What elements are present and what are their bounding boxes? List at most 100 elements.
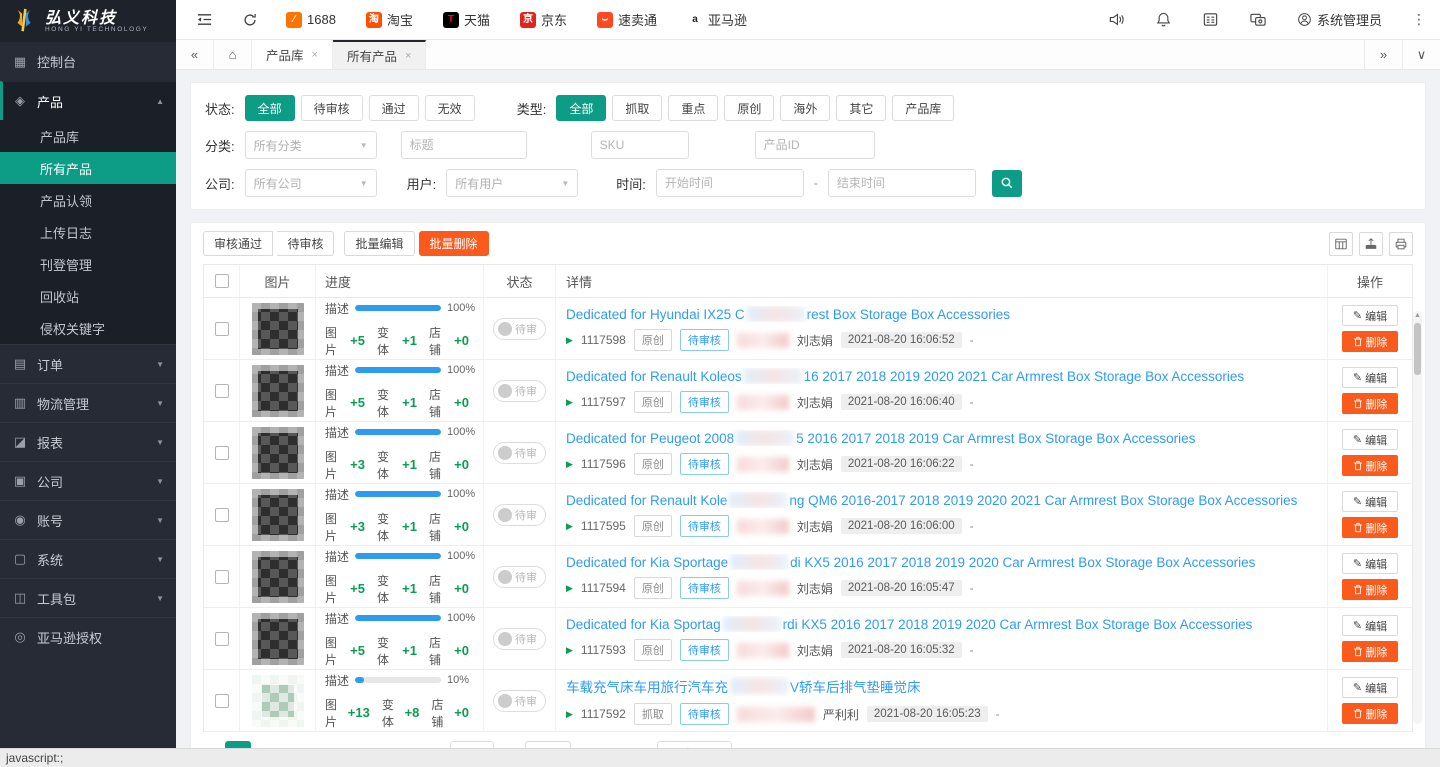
user-menu[interactable]: 系统管理员 [1297,10,1382,29]
play-icon[interactable]: ▶ [566,709,573,720]
column-settings-icon[interactable] [1329,232,1353,256]
category-select[interactable]: 所有分类 ▼ [245,131,377,159]
approve-button[interactable]: 审核通过 [203,231,273,256]
set-pending-button[interactable]: 待审核 [277,231,334,256]
filter-chip[interactable]: 产品库 [892,95,954,121]
row-checkbox[interactable] [215,322,229,336]
delete-button[interactable]: 删除 [1342,703,1398,724]
tab-all-products[interactable]: 所有产品× [333,40,426,69]
table-scrollbar[interactable]: ▲ [1413,311,1422,724]
tabs-scroll-right-icon[interactable]: » [1364,40,1402,69]
select-all-checkbox[interactable] [215,274,229,288]
home-tab-icon[interactable]: ⌂ [214,40,252,69]
delete-button[interactable]: 删除 [1342,517,1398,538]
delete-button[interactable]: 删除 [1342,455,1398,476]
more-menu-icon[interactable]: ⋮ [1412,11,1426,28]
play-icon[interactable]: ▶ [566,397,573,408]
play-icon[interactable]: ▶ [566,335,573,346]
sidebar-item-amazon-auth[interactable]: ◎亚马逊授权 [0,617,176,656]
row-checkbox[interactable] [215,694,229,708]
marketplace-link-aliexpress[interactable]: ⌣速卖通 [597,10,657,29]
sidebar-item-reports[interactable]: ◪报表▼ [0,422,176,461]
sidebar-item-console[interactable]: ▦控制台 [0,42,176,81]
filter-chip[interactable]: 待审核 [301,95,363,121]
refresh-icon[interactable] [240,10,260,30]
sidebar-subitem-infringement-keywords[interactable]: 侵权关键字 [0,312,176,344]
scrollbar-thumb[interactable] [1414,323,1421,375]
product-title-link[interactable]: Dedicated for Renault Koleng QM6 2016-20… [566,492,1297,508]
marketplace-link-tmall[interactable]: T天猫 [443,10,490,29]
filter-chip[interactable]: 通过 [369,95,419,121]
play-icon[interactable]: ▶ [566,583,573,594]
export-icon[interactable] [1359,232,1383,256]
batch-delete-button[interactable]: 批量删除 [419,231,489,256]
sidebar-item-orders[interactable]: ▤订单▼ [0,344,176,383]
scroll-up-icon[interactable]: ▲ [1413,312,1422,319]
sidebar-item-company[interactable]: ▣公司▼ [0,461,176,500]
row-checkbox[interactable] [215,384,229,398]
row-checkbox[interactable] [215,632,229,646]
exchange-icon[interactable] [1249,11,1267,28]
sidebar-subitem-listing-management[interactable]: 刊登管理 [0,248,176,280]
sidebar-item-accounts[interactable]: ◉账号▼ [0,500,176,539]
tabs-scroll-left-icon[interactable]: « [176,40,214,69]
edit-button[interactable]: ✎编辑 [1342,553,1398,574]
user-select[interactable]: 所有用户 ▼ [446,169,578,197]
print-icon[interactable] [1389,232,1413,256]
filter-chip[interactable]: 重点 [668,95,718,121]
edit-button[interactable]: ✎编辑 [1342,677,1398,698]
sidebar-subitem-recycle-bin[interactable]: 回收站 [0,280,176,312]
sidebar-subitem-product-library[interactable]: 产品库 [0,120,176,152]
notifications-bell-icon[interactable] [1155,11,1172,28]
edit-button[interactable]: ✎编辑 [1342,615,1398,636]
product-title-link[interactable]: Dedicated for Hyundai IX25 Crest Box Sto… [566,306,1010,322]
sidebar-subitem-product-claim[interactable]: 产品认领 [0,184,176,216]
play-icon[interactable]: ▶ [566,521,573,532]
filter-chip[interactable]: 其它 [836,95,886,121]
sidebar-item-system[interactable]: ▢系统▼ [0,539,176,578]
sidebar-item-toolkit[interactable]: ◫工具包▼ [0,578,176,617]
tab-product-library[interactable]: 产品库× [252,40,333,69]
row-checkbox[interactable] [215,570,229,584]
sku-input[interactable] [591,131,689,159]
sidebar-subitem-upload-log[interactable]: 上传日志 [0,216,176,248]
filter-chip[interactable]: 海外 [780,95,830,121]
play-icon[interactable]: ▶ [566,459,573,470]
product-title-link[interactable]: Dedicated for Kia Sportagrdi KX5 2016 20… [566,616,1252,632]
filter-chip[interactable]: 抓取 [612,95,662,121]
company-select[interactable]: 所有公司 ▼ [245,169,377,197]
delete-button[interactable]: 删除 [1342,393,1398,414]
filter-chip[interactable]: 无效 [425,95,475,121]
edit-button[interactable]: ✎编辑 [1342,491,1398,512]
announcement-icon[interactable] [1108,11,1125,28]
filter-chip[interactable]: 原创 [724,95,774,121]
collapse-sidebar-icon[interactable] [194,10,214,30]
sidebar-subitem-all-products[interactable]: 所有产品 [0,152,176,184]
row-checkbox[interactable] [215,446,229,460]
marketplace-link-taobao[interactable]: 淘淘宝 [366,10,413,29]
product-title-link[interactable]: Dedicated for Renault Koleos16 2017 2018… [566,368,1244,384]
play-icon[interactable]: ▶ [566,645,573,656]
marketplace-link-jd[interactable]: 京京东 [520,10,567,29]
filter-chip[interactable]: 全部 [556,95,606,121]
end-time-input[interactable] [828,169,976,197]
marketplace-link-1688[interactable]: ⁄1688 [286,12,336,28]
filter-chip[interactable]: 全部 [245,95,295,121]
sidebar-item-logistics[interactable]: ▥物流管理▼ [0,383,176,422]
product-title-link[interactable]: Dedicated for Kia Sportagedi KX5 2016 20… [566,554,1255,570]
product-id-input[interactable] [755,131,875,159]
product-title-link[interactable]: Dedicated for Peugeot 20085 2016 2017 20… [566,430,1195,446]
tabs-menu-icon[interactable]: ∨ [1402,40,1440,69]
product-title-link[interactable]: 车载充气床车用旅行汽车充V轿车后排气垫睡觉床 [566,676,921,696]
row-checkbox[interactable] [215,508,229,522]
start-time-input[interactable] [656,169,804,197]
marketplace-link-amazon[interactable]: a亚马逊 [687,10,747,29]
title-input[interactable] [401,131,527,159]
sidebar-item-product[interactable]: ◈产品▲ [0,81,176,120]
edit-button[interactable]: ✎编辑 [1342,305,1398,326]
delete-button[interactable]: 删除 [1342,579,1398,600]
delete-button[interactable]: 删除 [1342,331,1398,352]
search-button[interactable] [992,170,1022,197]
close-icon[interactable]: × [312,49,318,61]
apps-grid-icon[interactable] [1202,11,1219,28]
